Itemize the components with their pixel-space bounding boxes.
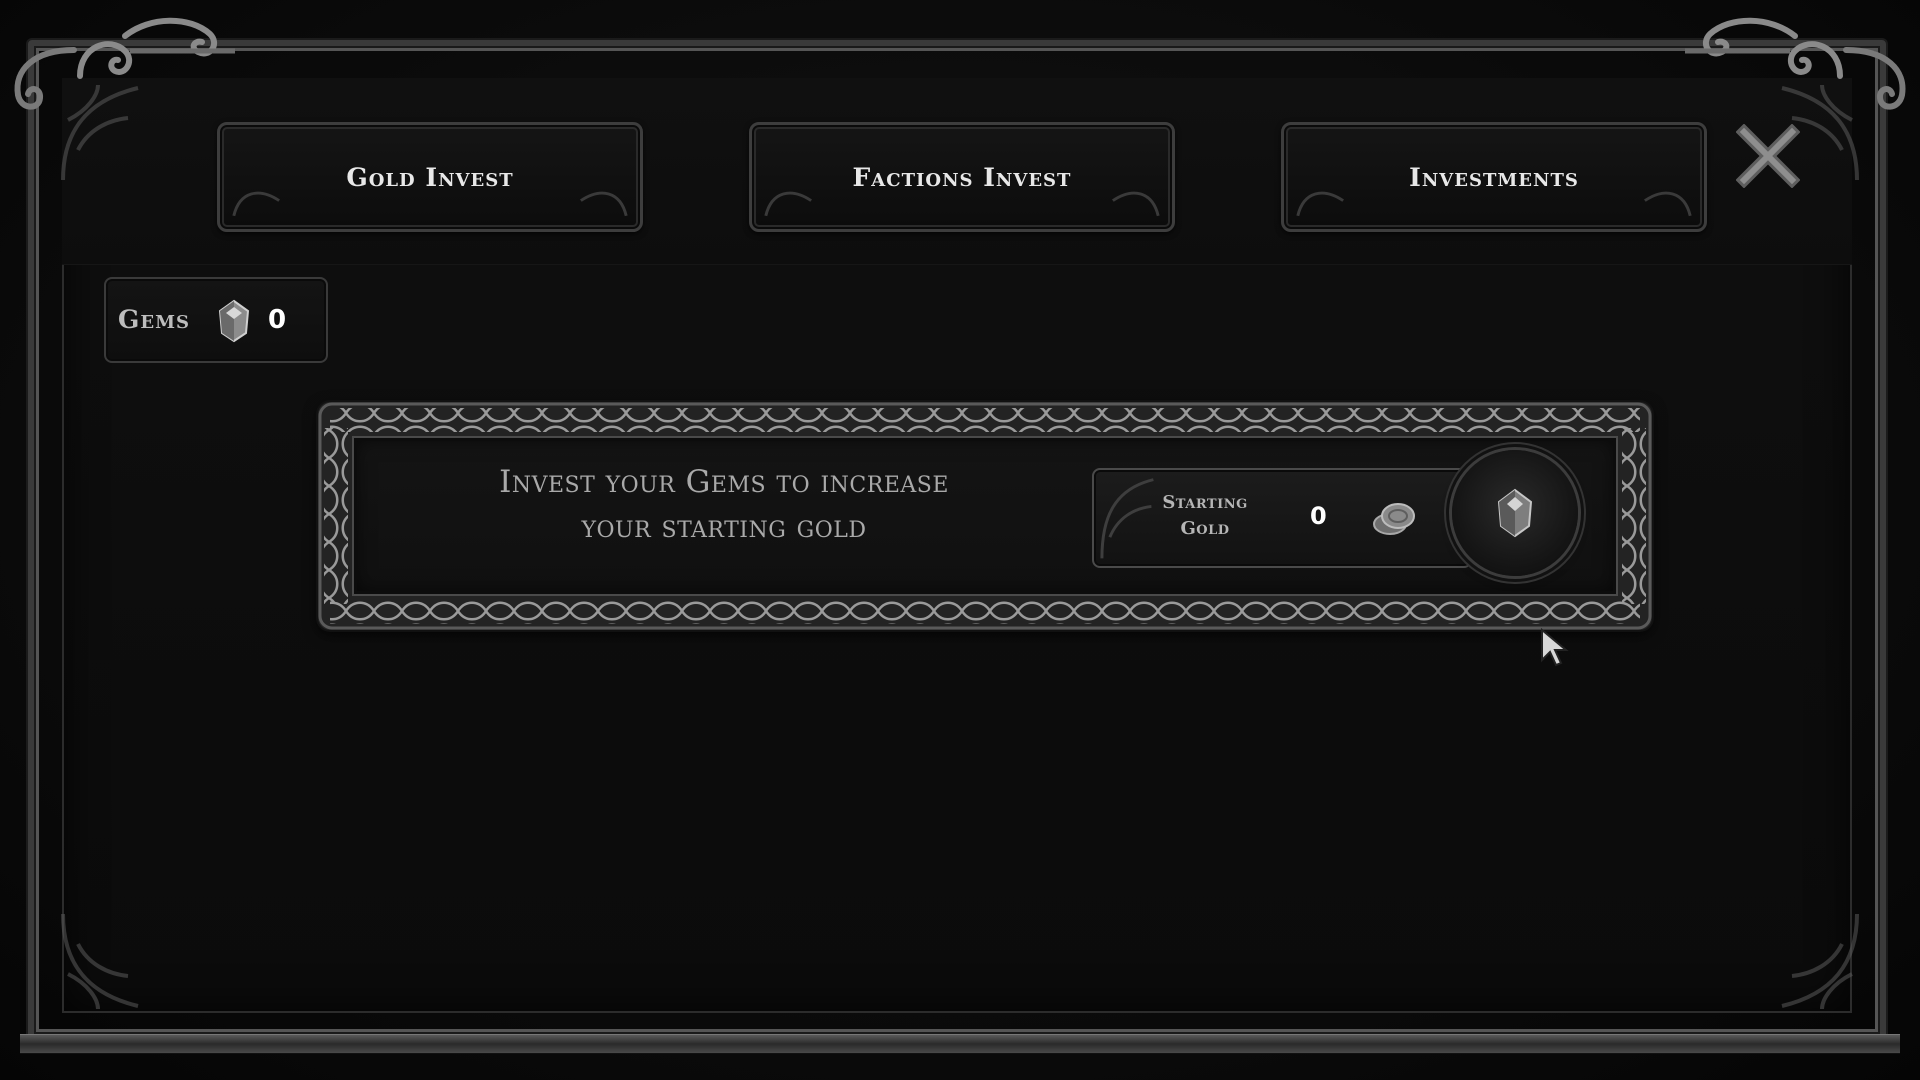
- flourish-top-left-icon: [61, 84, 139, 181]
- invest-gems-button[interactable]: [1452, 450, 1578, 576]
- tab-gold-invest[interactable]: Gold Invest: [217, 122, 643, 232]
- gems-counter: Gems 0: [104, 277, 328, 363]
- gem-icon: [218, 299, 250, 343]
- starting-gold-value: 0: [1310, 502, 1327, 530]
- bottom-frame-bar: [20, 1034, 1900, 1054]
- gem-icon: [1497, 488, 1533, 538]
- invest-description: Invest your Gems to increase your starti…: [499, 464, 949, 545]
- coin-stack-icon: [1373, 503, 1415, 535]
- tab-label: Investments: [1409, 162, 1579, 192]
- invest-panel-inner: Invest your Gems to increase your starti…: [352, 436, 1618, 596]
- invest-gems-panel: Invest your Gems to increase your starti…: [318, 402, 1652, 630]
- tab-factions-invest[interactable]: Factions Invest: [749, 122, 1175, 232]
- invest-screen: Gold Invest Factions Invest Investments …: [0, 0, 1920, 1080]
- flourish-bottom-left-icon: [61, 913, 139, 1010]
- gems-label: Gems: [118, 305, 190, 334]
- gems-count: 0: [268, 305, 287, 335]
- mouse-cursor-icon: [1541, 628, 1569, 667]
- starting-gold-box: Starting Gold 0: [1092, 468, 1472, 568]
- tab-label: Gold Invest: [346, 162, 514, 192]
- starting-gold-label: Starting Gold: [1162, 492, 1248, 539]
- close-icon[interactable]: [1736, 124, 1800, 188]
- tab-investments[interactable]: Investments: [1281, 122, 1707, 232]
- tab-label: Factions Invest: [852, 162, 1072, 192]
- flourish-bottom-right-icon: [1781, 913, 1859, 1010]
